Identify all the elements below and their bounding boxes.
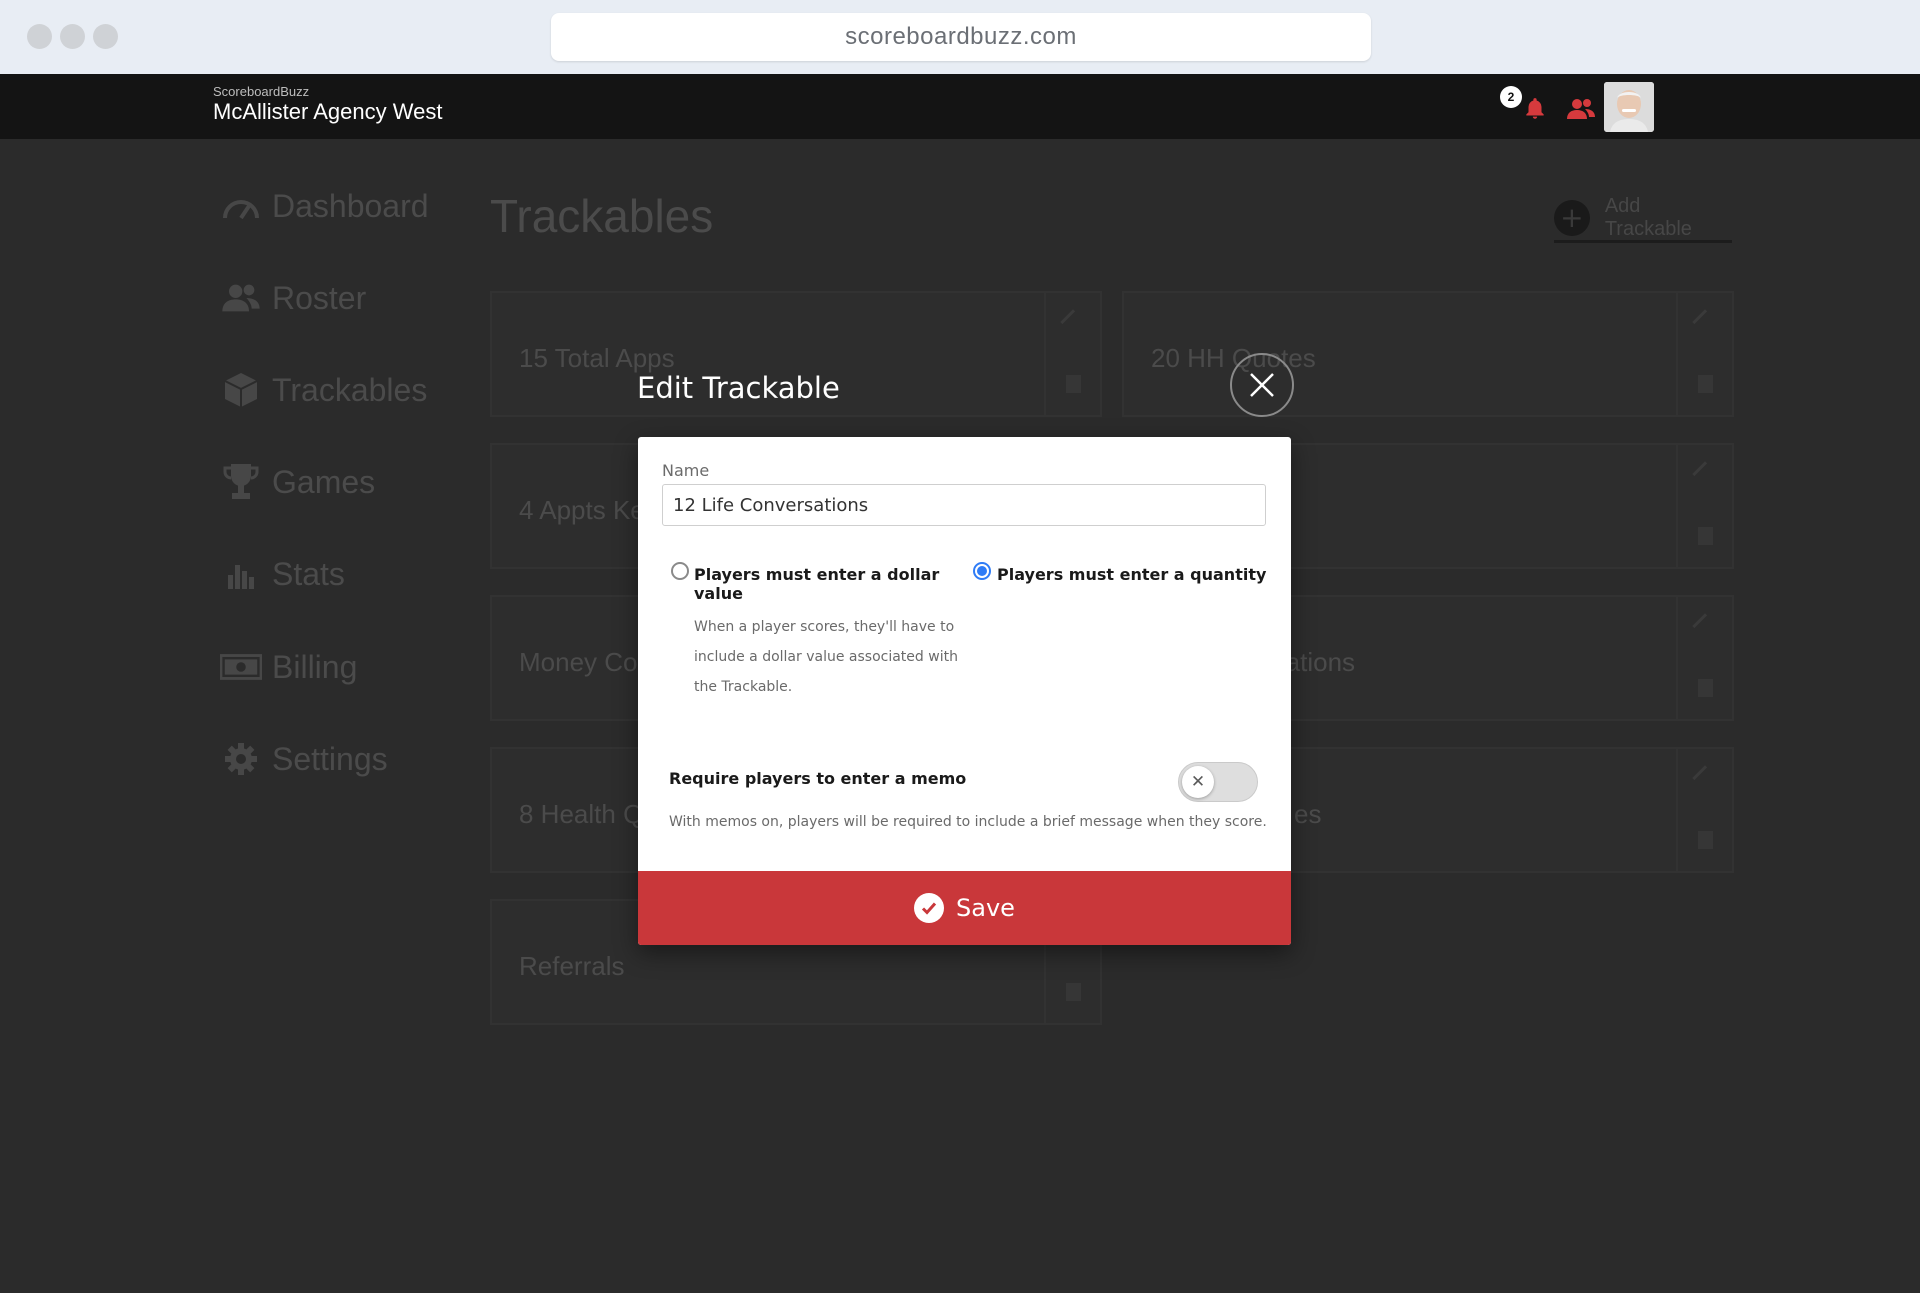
trash-icon[interactable]: [1066, 983, 1081, 1001]
bell-icon[interactable]: [1522, 96, 1548, 126]
sidebar-item-label: Settings: [272, 740, 388, 777]
card-label: Referrals: [519, 951, 625, 981]
card-label: 15 Total Apps: [519, 343, 675, 373]
cube-icon: [220, 370, 262, 410]
save-button[interactable]: Save: [638, 871, 1291, 945]
dollar-value-radio[interactable]: [671, 562, 689, 580]
card-actions: [1044, 293, 1100, 415]
trash-icon[interactable]: [1698, 375, 1713, 393]
sidebar-item-label: Dashboard: [272, 187, 429, 224]
trophy-icon: [220, 462, 262, 502]
pencil-icon[interactable]: [1692, 613, 1718, 639]
sidebar-item-stats[interactable]: Stats: [220, 554, 345, 594]
modal-title: Edit Trackable: [637, 371, 840, 405]
pencil-icon[interactable]: [1060, 309, 1086, 335]
sidebar-item-roster[interactable]: Roster: [220, 278, 366, 318]
trash-icon[interactable]: [1698, 527, 1713, 545]
user-avatar[interactable]: [1604, 82, 1654, 132]
quantity-radio[interactable]: [973, 562, 991, 580]
card-actions: [1676, 749, 1732, 871]
card-label: 8 Health Q: [519, 799, 644, 829]
address-bar[interactable]: scoreboardbuzz.com: [551, 13, 1371, 61]
people-icon: [220, 278, 262, 318]
sidebar-item-dashboard[interactable]: Dashboard: [220, 186, 429, 226]
dollar-option-description: When a player scores, they'll have to in…: [694, 619, 958, 695]
sidebar-item-games[interactable]: Games: [220, 462, 375, 502]
card-label: Money Co: [519, 647, 638, 677]
card-label: 4 Appts Ke: [519, 495, 645, 525]
quantity-option-title[interactable]: Players must enter a quantity: [997, 565, 1267, 584]
page-title: Trackables: [490, 190, 714, 242]
trash-icon[interactable]: [1698, 679, 1713, 697]
edit-trackable-modal: Name Players must enter a dollar value W…: [638, 437, 1291, 945]
close-icon: [1250, 373, 1274, 397]
window-minimize-dot[interactable]: [60, 24, 85, 49]
window-maximize-dot[interactable]: [93, 24, 118, 49]
agency-name[interactable]: McAllister Agency West: [213, 99, 442, 125]
sidebar-item-label: Roster: [272, 279, 367, 316]
name-input[interactable]: [662, 484, 1266, 526]
money-icon: [220, 647, 262, 687]
toggle-off-icon: ✕: [1182, 766, 1214, 798]
memo-toggle-label: Require players to enter a memo: [669, 769, 967, 788]
sidebar-item-label: Stats: [272, 555, 345, 592]
app-name: ScoreboardBuzz: [213, 84, 310, 99]
browser-chrome: scoreboardbuzz.com: [0, 0, 1920, 74]
sidebar-item-label: Billing: [272, 648, 358, 685]
sidebar-item-label: Games: [272, 463, 376, 500]
check-circle-icon: [914, 893, 945, 923]
add-trackable-label: Add Trackable: [1604, 194, 1692, 240]
sidebar-item-trackables[interactable]: Trackables: [220, 370, 427, 410]
trackable-card[interactable]: 20 HH Quotes: [1122, 291, 1734, 417]
card-actions: [1676, 445, 1732, 567]
window-close-dot[interactable]: [27, 24, 52, 49]
memo-description: With memos on, players will be required …: [669, 814, 1267, 830]
sidebar-item-label: Trackables: [272, 371, 428, 408]
card-label: es: [1294, 799, 1322, 829]
gear-icon: [220, 739, 262, 779]
sidebar-item-billing[interactable]: Billing: [220, 647, 357, 687]
trash-icon[interactable]: [1066, 375, 1081, 393]
trash-icon[interactable]: [1698, 831, 1713, 849]
notification-badge: 2: [1500, 86, 1522, 108]
memo-toggle[interactable]: ✕: [1178, 762, 1258, 802]
app-header: ScoreboardBuzz McAllister Agency West 2: [0, 74, 1920, 139]
card-actions: [1676, 293, 1732, 415]
pencil-icon[interactable]: [1692, 461, 1718, 487]
name-field-label: Name: [662, 461, 710, 480]
speedometer-icon: [220, 186, 262, 226]
save-button-label: Save: [956, 894, 1015, 922]
dollar-option-title[interactable]: Players must enter a dollar value: [694, 565, 964, 603]
pencil-icon[interactable]: [1692, 765, 1718, 791]
sidebar-item-settings[interactable]: Settings: [220, 739, 388, 779]
card-actions: [1676, 597, 1732, 719]
plus-icon: +: [1554, 199, 1590, 236]
team-icon[interactable]: [1566, 96, 1596, 126]
add-trackable-button[interactable]: + Add Trackable: [1554, 195, 1732, 243]
pencil-icon[interactable]: [1692, 309, 1718, 335]
bar-chart-icon: [220, 554, 262, 594]
close-modal-button[interactable]: [1230, 353, 1294, 417]
